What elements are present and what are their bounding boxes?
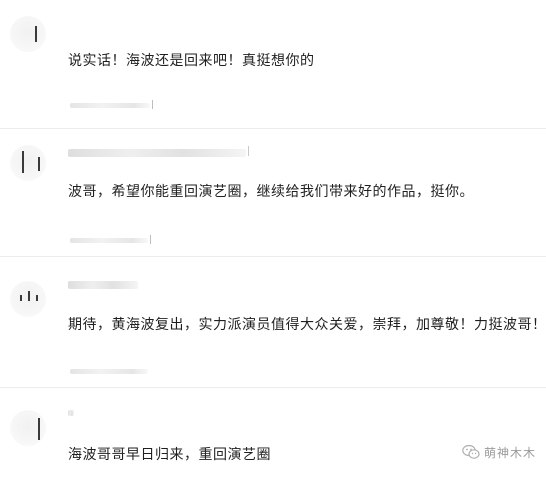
watermark: 萌神木木 [462,440,536,464]
comment-item: 期待，黄海波复出，实力派演员值得大众关爱，崇拜，加尊敬！力挺波哥！ [0,257,546,387]
commenter-name [68,281,138,289]
avatar-mark [28,291,30,301]
comment-text: 说实话！海波还是回来吧！真挺想你的 [68,53,315,69]
avatar[interactable] [10,145,46,181]
comment-meta [70,103,150,108]
avatar-mark [20,295,22,301]
commenter-name [68,149,246,157]
wechat-icon [462,444,480,459]
avatar[interactable] [10,410,46,446]
comment-list-page: 说实话！海波还是回来吧！真挺想你的 波哥，希望你能重回演艺圈，继续给我们带来好的… [0,0,546,477]
comment-text: 期待，黄海波复出，实力派演员值得大众关爱，崇拜，加尊敬！力挺波哥！ [68,317,546,333]
avatar[interactable] [10,16,46,52]
avatar[interactable] [10,281,46,317]
meta-tick [150,235,151,244]
avatar-mark [36,295,38,301]
commenter-name [68,410,74,416]
comment-item: 说实话！海波还是回来吧！真挺想你的 [0,0,546,128]
avatar-mark [35,26,37,42]
comment-item: 波哥，希望你能重回演艺圈，继续给我们带来好的作品，挺你。 [0,129,546,256]
avatar-mark [38,157,40,171]
avatar-mark [22,151,24,173]
meta-tick [152,100,153,109]
comment-meta [70,238,148,243]
comment-text: 波哥，希望你能重回演艺圈，继续给我们带来好的作品，挺你。 [68,184,474,200]
watermark-text: 萌神木木 [483,445,536,460]
name-tick [248,146,249,156]
comment-meta [70,369,148,374]
comment-text: 海波哥哥早日归来，重回演艺圈 [68,447,271,463]
avatar-mark [38,418,40,440]
